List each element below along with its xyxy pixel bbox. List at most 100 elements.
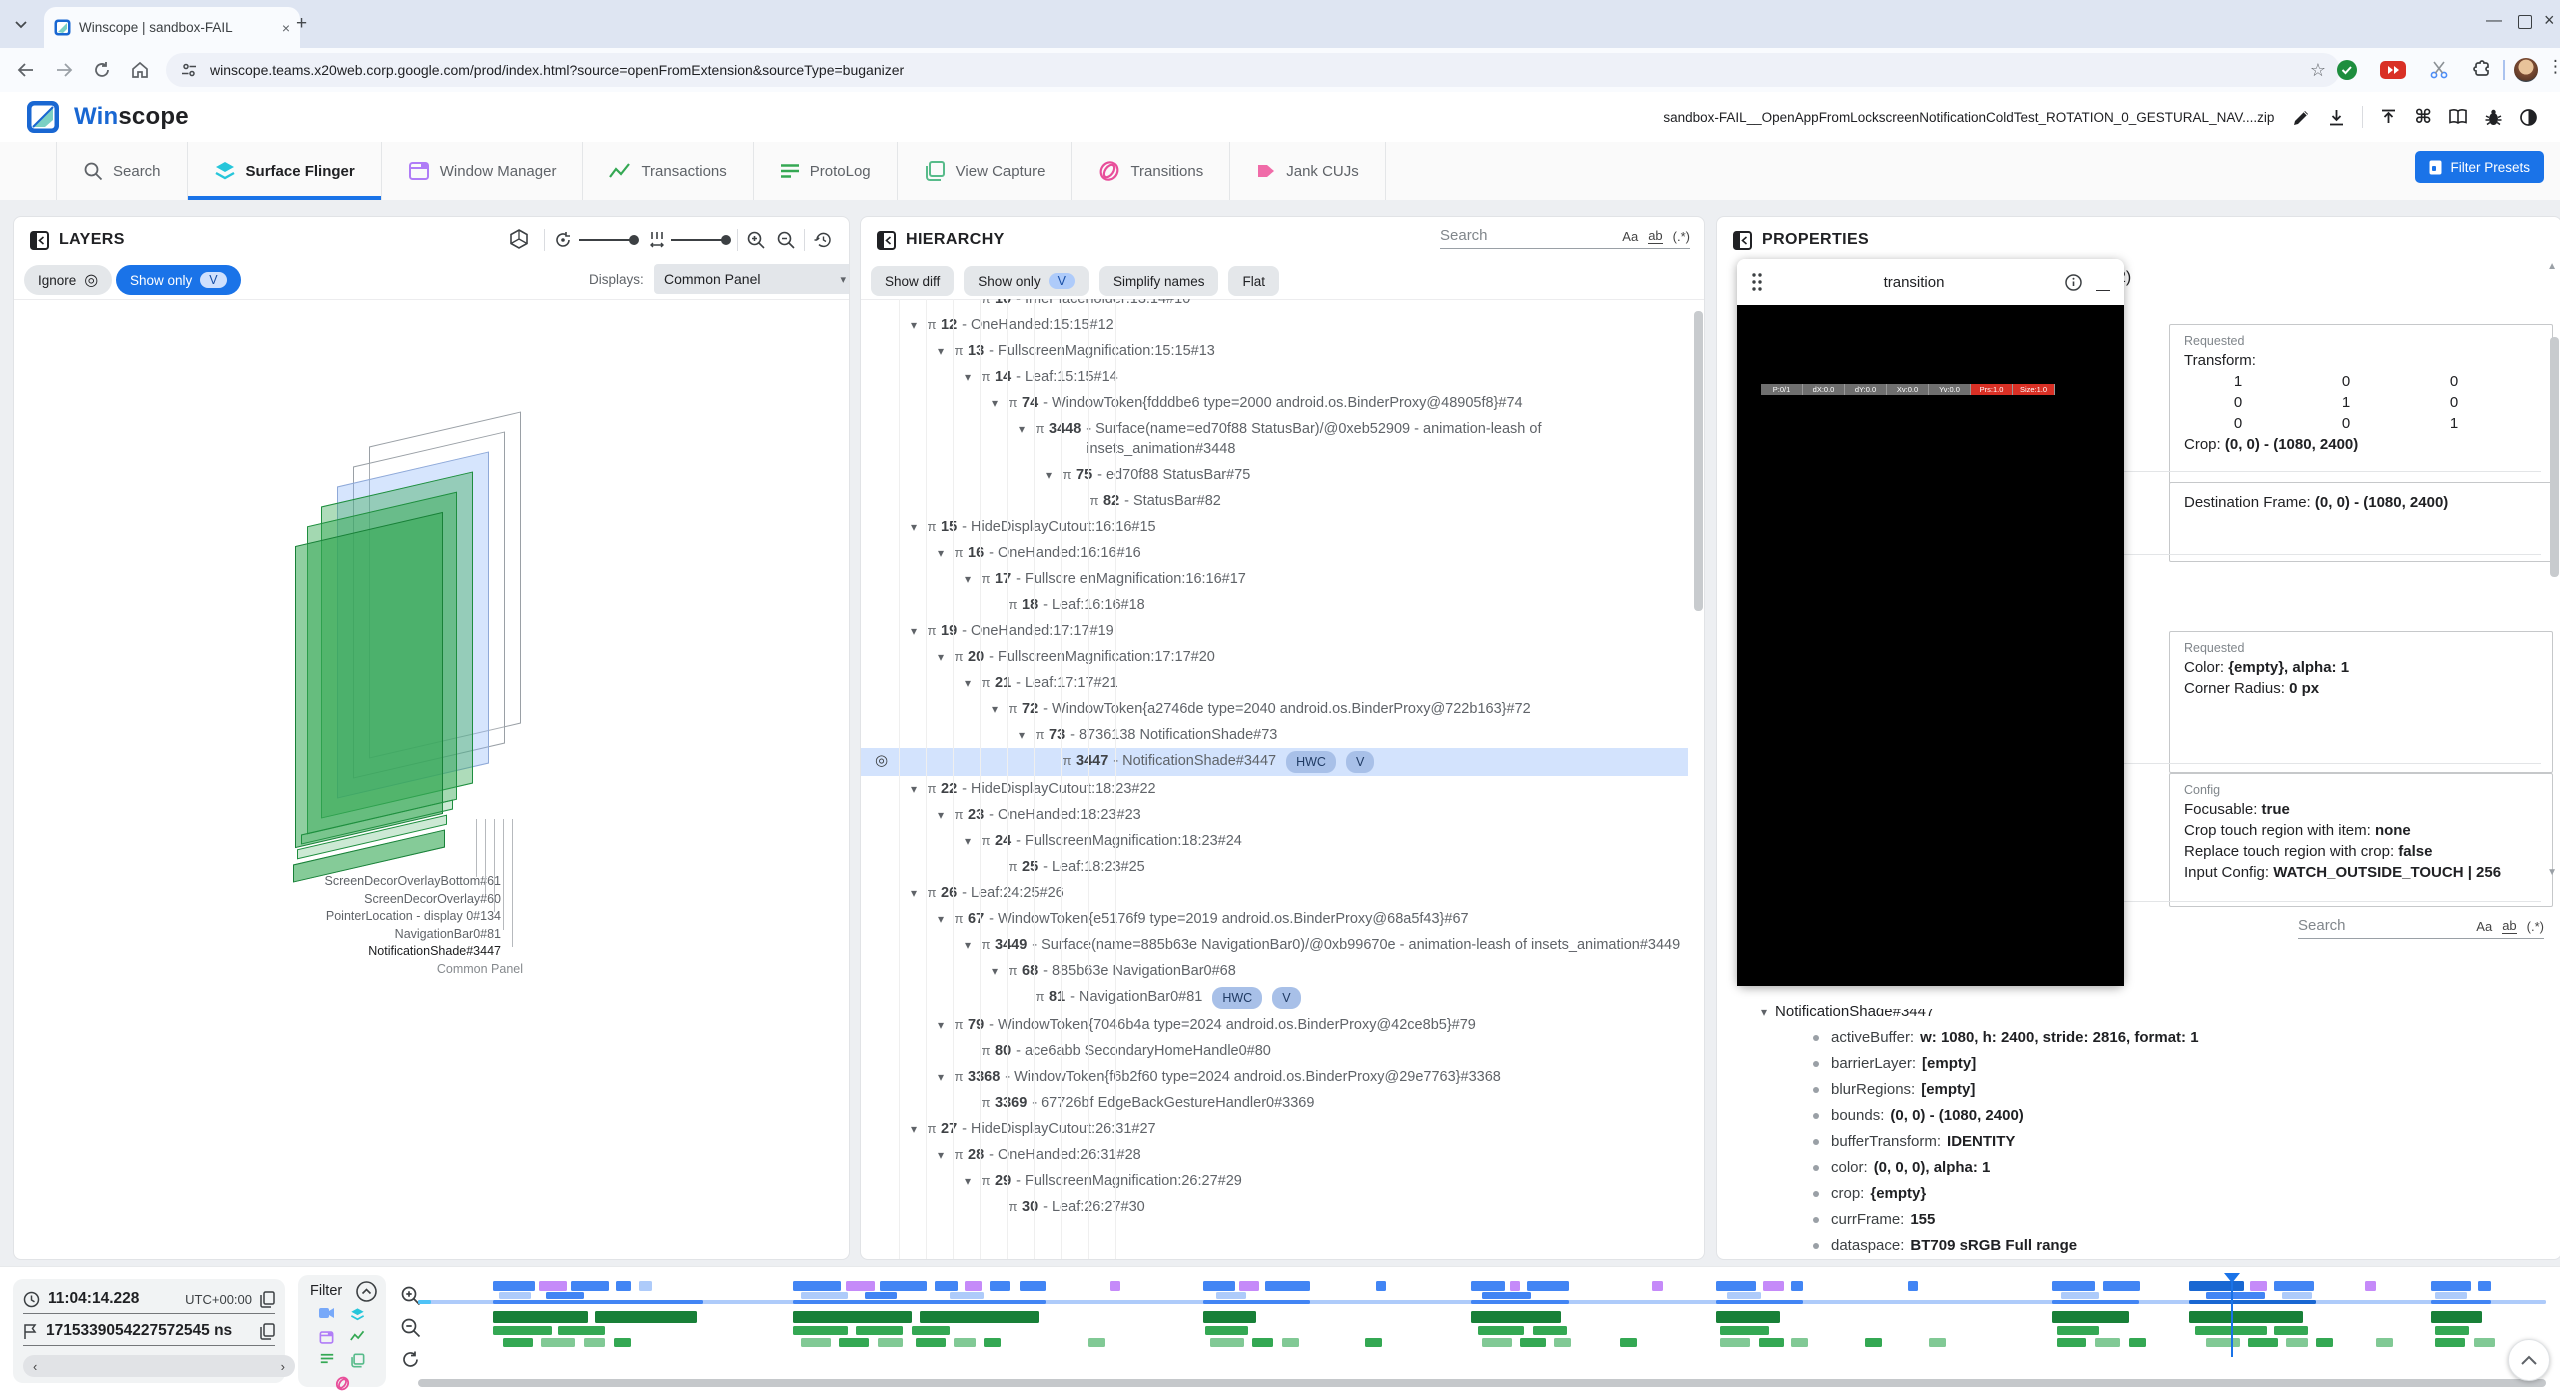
url-bar[interactable]: winscope.teams.x20web.corp.google.com/pr… [166, 53, 2340, 87]
tab-close-icon[interactable]: × [282, 20, 290, 36]
tab-search-chevron-icon[interactable] [10, 14, 32, 36]
expand-arrow-icon[interactable]: ▾ [959, 831, 977, 851]
report-bug-icon[interactable] [2484, 108, 2503, 127]
tab-jank-cujs[interactable]: Jank CUJs [1230, 142, 1386, 200]
transitions-filter-icon[interactable] [335, 1376, 350, 1391]
forward-icon[interactable] [54, 60, 74, 80]
extension-check-icon[interactable] [2336, 59, 2358, 81]
ignore-visibility-chip[interactable]: Ignore◎ [24, 265, 112, 295]
tab-transactions[interactable]: Transactions [583, 142, 753, 200]
expand-arrow-icon[interactable]: ▾ [905, 883, 923, 903]
match-case-icon[interactable]: Aa [2476, 919, 2492, 934]
ns-timestamp-field[interactable]: 1715339054227572545 ns [23, 1317, 275, 1346]
chip-show-diff[interactable]: Show diff [871, 266, 954, 296]
property-row[interactable]: color:(0, 0, 0), alpha: 1 [1717, 1155, 2549, 1181]
tab-transitions[interactable]: Transitions [1072, 142, 1230, 200]
zoom-out-icon[interactable] [776, 230, 796, 250]
tab-view-capture[interactable]: View Capture [898, 142, 1073, 200]
expand-arrow-icon[interactable]: ▾ [959, 569, 977, 589]
property-row[interactable]: blurRegions:[empty] [1717, 1077, 2549, 1103]
timeline-scrollbar[interactable] [418, 1379, 2546, 1387]
collapse-panel-icon[interactable] [877, 231, 896, 250]
layer-rect-5[interactable] [295, 512, 443, 848]
property-row[interactable]: bufferTransform:IDENTITY [1717, 1129, 2549, 1155]
expand-arrow-icon[interactable]: ▾ [932, 543, 950, 563]
tree-row[interactable]: ▾π13- FullscreenMagnification:15:15#13 [861, 338, 1688, 364]
home-icon[interactable] [130, 60, 150, 80]
expand-arrow-icon[interactable]: ▾ [932, 1145, 950, 1165]
spacing-slider[interactable] [671, 239, 729, 241]
chip-show-only[interactable]: Show onlyV [964, 266, 1089, 296]
collapse-panel-icon[interactable] [1733, 231, 1752, 250]
window-maximize-icon[interactable] [2518, 15, 2532, 29]
surface-flinger-filter-icon[interactable] [350, 1307, 365, 1322]
frame-scroller[interactable]: ‹ › [23, 1355, 295, 1377]
prev-frame-icon[interactable]: ‹ [33, 1359, 37, 1374]
expand-arrow-icon[interactable]: ▾ [959, 935, 977, 955]
extension-scissors-icon[interactable] [2428, 59, 2450, 81]
property-row[interactable]: currFrame:155 [1717, 1207, 2549, 1233]
timeline-canvas[interactable] [418, 1273, 2546, 1377]
tab-surface-flinger[interactable]: Surface Flinger [188, 142, 382, 200]
expand-arrow-icon[interactable]: ▾ [959, 673, 977, 693]
property-row[interactable]: activeBuffer:w: 1080, h: 2400, stride: 2… [1717, 1025, 2549, 1051]
property-row[interactable]: bounds:(0, 0) - (1080, 2400) [1717, 1103, 2549, 1129]
match-word-icon[interactable]: ab [1648, 228, 1662, 244]
url-text[interactable]: winscope.teams.x20web.corp.google.com/pr… [210, 62, 2310, 78]
reload-icon[interactable] [92, 60, 112, 80]
hierarchy-search-input[interactable]: Search Aa ab (.*) [1440, 227, 1690, 249]
expand-arrow-icon[interactable]: ▾ [905, 1119, 923, 1139]
profile-avatar[interactable] [2514, 58, 2538, 82]
tree-row[interactable]: ▾π75- ed70f88 StatusBar#75 [861, 462, 1688, 488]
tree-row[interactable]: π25- Leaf:18:23#25 [861, 854, 1688, 880]
tree-row[interactable]: ▾π22- HideDisplayCutout:18:23#22 [861, 776, 1688, 802]
expand-arrow-icon[interactable]: ▾ [959, 1171, 977, 1191]
tree-row[interactable]: π18- Leaf:16:16#18 [861, 592, 1688, 618]
match-case-icon[interactable]: Aa [1622, 229, 1638, 244]
tree-row[interactable]: π3369- 67726bf EdgeBackGestureHandler0#3… [861, 1090, 1688, 1116]
expand-arrow-icon[interactable]: ▾ [932, 909, 950, 929]
expand-arrow-icon[interactable]: ▾ [932, 647, 950, 667]
edit-icon[interactable] [2292, 108, 2311, 127]
view-capture-filter-icon[interactable] [350, 1353, 365, 1368]
property-row[interactable]: crop:{empty} [1717, 1181, 2549, 1207]
property-row[interactable]: barrierLayer:[empty] [1717, 1051, 2549, 1077]
new-tab-button[interactable]: + [296, 13, 307, 35]
property-row[interactable]: dataspace:BT709 sRGB Full range [1717, 1233, 2549, 1259]
properties-scrollbar[interactable] [2550, 337, 2559, 577]
copy-icon[interactable] [260, 1291, 275, 1308]
hierarchy-scrollbar[interactable] [1694, 311, 1703, 611]
minimize-icon[interactable]: — [2096, 281, 2110, 305]
drag-handle-icon[interactable] [1751, 272, 1763, 292]
tree-row[interactable]: ▾π3448- Surface(name=ed70f88 StatusBar)/… [861, 416, 1688, 462]
tree-row[interactable]: ▾π24- FullscreenMagnification:18:23#24 [861, 828, 1688, 854]
timeline-cursor[interactable] [2231, 1273, 2233, 1357]
show-only-chip[interactable]: Show onlyV [116, 265, 241, 295]
regex-icon[interactable]: (.*) [1673, 229, 1690, 244]
expand-arrow-icon[interactable]: ▾ [905, 779, 923, 799]
tab-window-manager[interactable]: Window Manager [382, 142, 584, 200]
tree-row[interactable]: ▾π23- OneHanded:18:23#23 [861, 802, 1688, 828]
collapse-panel-icon[interactable] [30, 231, 49, 250]
chip-simplify-names[interactable]: Simplify names [1099, 266, 1219, 296]
scroll-down-icon[interactable]: ▼ [2547, 867, 2557, 878]
browser-menu-kebab-icon[interactable]: ⋮ [2547, 57, 2560, 77]
expand-arrow-icon[interactable]: ▾ [1013, 725, 1031, 745]
expand-arrow-icon[interactable]: ▾ [1013, 419, 1031, 439]
expand-arrow-icon[interactable]: ▾ [932, 1015, 950, 1035]
rotation-slider[interactable] [579, 239, 637, 241]
expand-arrow-icon[interactable]: ▾ [986, 393, 1004, 413]
tree-row[interactable]: π81- NavigationBar0#81HWCV [861, 984, 1688, 1012]
chip-flat[interactable]: Flat [1228, 266, 1279, 296]
extension-red-icon[interactable] [2380, 61, 2406, 79]
screen-recording-filter-icon[interactable] [319, 1307, 334, 1322]
tree-row[interactable]: ▾π16- OneHanded:16:16#16 [861, 540, 1688, 566]
window-close-icon[interactable]: × [2544, 10, 2555, 31]
tree-row[interactable]: ▾π15- HideDisplayCutout:16:16#15 [861, 514, 1688, 540]
property-root-row[interactable]: ▾NotificationShade#3447 [1717, 999, 2549, 1025]
extensions-puzzle-icon[interactable] [2470, 59, 2492, 81]
rotation-icon[interactable] [553, 230, 573, 250]
filter-presets-button[interactable]: Filter Presets [2415, 151, 2544, 183]
expand-arrow-icon[interactable]: ▾ [1040, 465, 1058, 485]
documentation-icon[interactable] [2448, 108, 2468, 126]
